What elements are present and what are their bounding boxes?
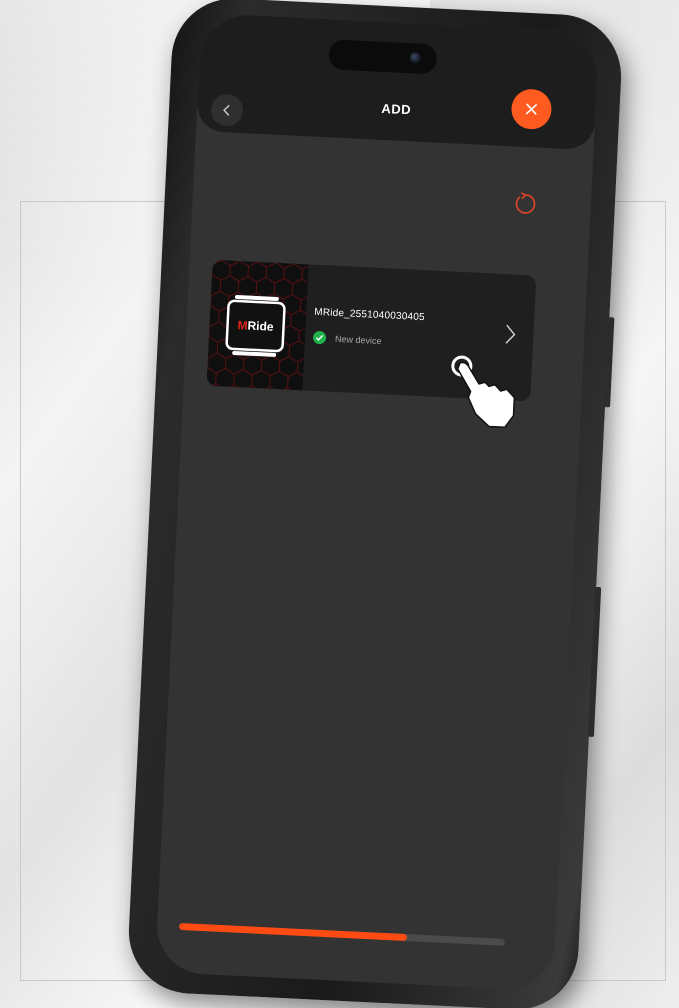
chevron-right-icon (505, 324, 516, 344)
logo-letter: M (237, 318, 248, 332)
device-name: MRide_2551040030405 (314, 306, 425, 324)
close-icon (525, 103, 538, 115)
top-bar: ADD (196, 12, 600, 151)
camera-lens (409, 52, 422, 64)
app-screen: ADD MRide MRide_2551040030405 New device (154, 12, 600, 992)
phone-device: ADD MRide MRide_2551040030405 New device (125, 0, 625, 1008)
refresh-button[interactable] (509, 188, 540, 219)
check-icon (312, 330, 327, 345)
device-status-label: New device (334, 333, 382, 346)
open-device-button[interactable] (503, 322, 518, 352)
progress-bar (178, 922, 505, 946)
device-thumbnail: MRide (206, 259, 309, 391)
dynamic-island (328, 39, 438, 75)
svg-text:MRide: MRide (237, 318, 274, 334)
refresh-icon (515, 192, 536, 214)
hand-pointer-icon (445, 354, 523, 434)
device-status: New device (312, 330, 382, 347)
device-logo-image: MRide (206, 259, 309, 391)
progress-fill (178, 922, 408, 942)
